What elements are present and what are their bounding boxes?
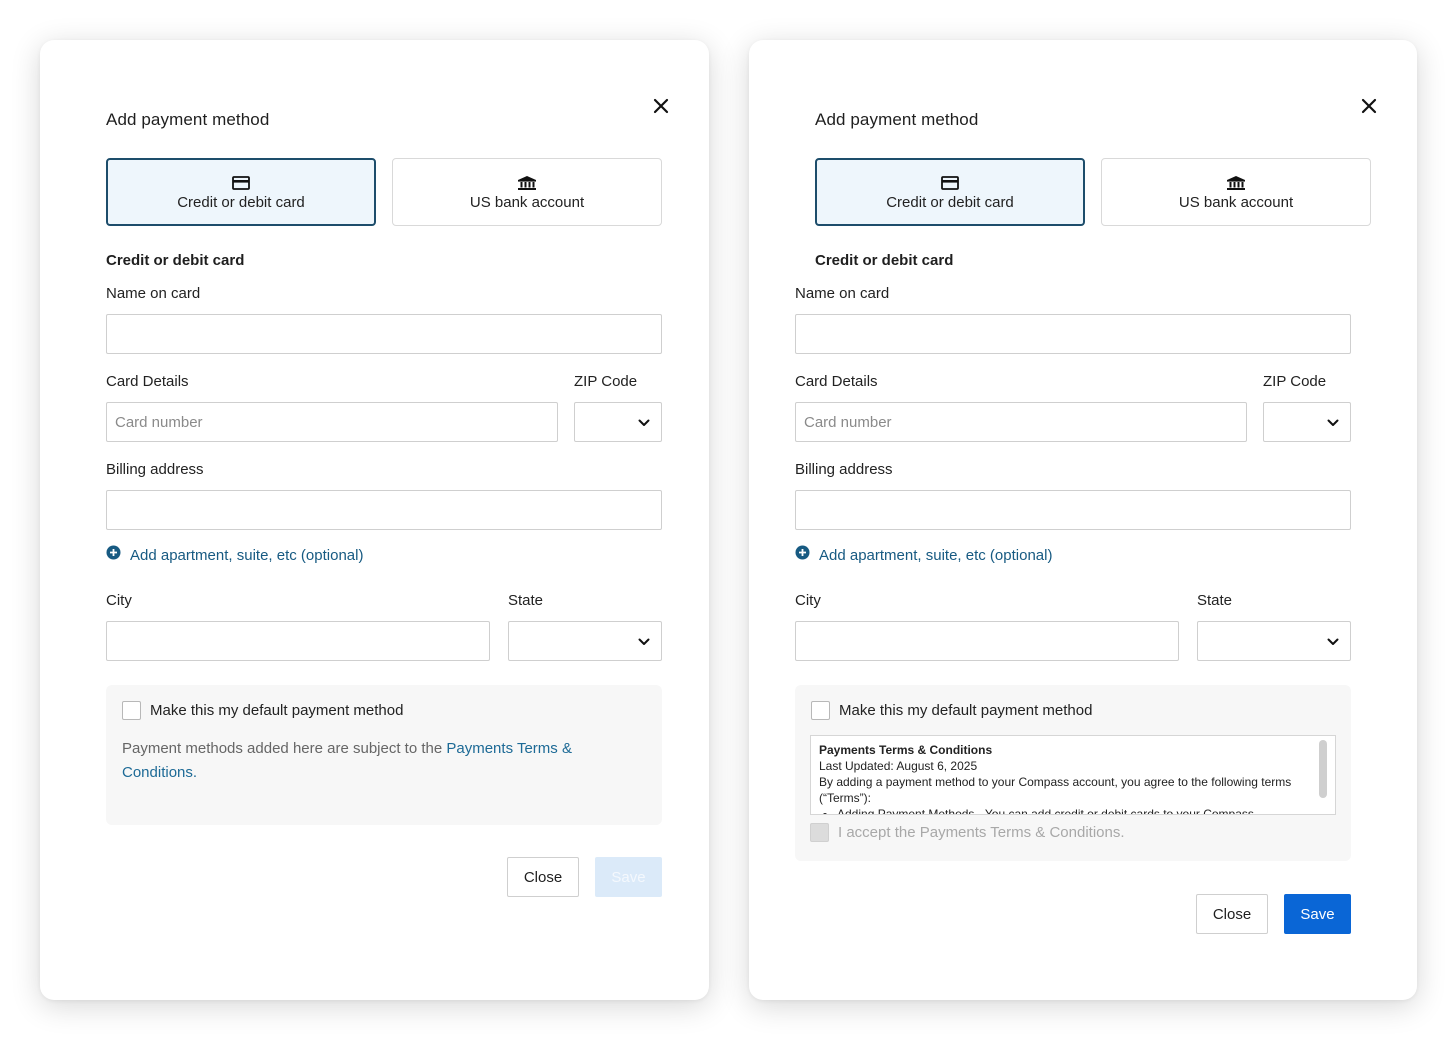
terms-note-text: Payment methods added here are subject t… — [122, 740, 443, 757]
billing-address-label: Billing address — [106, 461, 204, 478]
terms-updated: Last Updated: August 6, 2025 — [819, 759, 978, 773]
accept-terms-checkbox[interactable] — [810, 823, 829, 842]
terms-box: Make this my default payment method Paym… — [106, 685, 662, 825]
zip-code-select[interactable] — [574, 402, 662, 442]
card-number-field[interactable] — [106, 402, 558, 442]
default-payment-label: Make this my default payment method — [150, 702, 404, 719]
chevron-down-icon — [637, 635, 651, 654]
city-input[interactable] — [107, 622, 489, 660]
bank-icon — [517, 174, 537, 192]
city-input[interactable] — [796, 622, 1178, 660]
tab-us-bank-account[interactable]: US bank account — [392, 158, 662, 226]
add-apartment-link[interactable]: Add apartment, suite, etc (optional) — [106, 545, 363, 565]
close-button[interactable]: Close — [1196, 894, 1268, 934]
credit-card-icon — [941, 174, 959, 192]
name-on-card-field[interactable] — [795, 314, 1351, 354]
close-icon[interactable] — [1359, 96, 1379, 116]
add-apartment-link[interactable]: Add apartment, suite, etc (optional) — [795, 545, 1052, 565]
bank-icon — [1226, 174, 1246, 192]
state-select[interactable] — [508, 621, 662, 661]
plus-circle-icon — [106, 545, 121, 565]
name-on-card-field[interactable] — [106, 314, 662, 354]
accept-terms-label: I accept the Payments Terms & Conditions… — [838, 824, 1125, 841]
accept-terms-row[interactable]: I accept the Payments Terms & Conditions… — [810, 823, 1125, 842]
tab-credit-debit-card[interactable]: Credit or debit card — [106, 158, 376, 226]
terms-scroll-box[interactable]: Payments Terms & Conditions Last Updated… — [810, 735, 1336, 815]
name-on-card-label: Name on card — [106, 285, 201, 302]
tab-label: US bank account — [469, 193, 585, 211]
scrollbar-thumb[interactable] — [1319, 740, 1327, 798]
tab-label: Credit or debit card — [886, 193, 1014, 211]
close-icon[interactable] — [651, 96, 671, 116]
tab-label: Credit or debit card — [177, 193, 305, 211]
credit-card-icon — [232, 174, 250, 192]
name-on-card-input[interactable] — [107, 315, 661, 353]
modal-title: Add payment method — [815, 110, 979, 129]
terms-box: Make this my default payment method Paym… — [795, 685, 1351, 861]
plus-circle-icon — [795, 545, 810, 565]
card-details-label: Card Details — [106, 373, 189, 390]
billing-address-field[interactable] — [106, 490, 662, 530]
chevron-down-icon — [637, 416, 651, 435]
terms-title: Payments Terms & Conditions — [819, 743, 993, 757]
city-label: City — [795, 592, 821, 609]
section-heading: Credit or debit card — [106, 252, 245, 269]
tab-credit-debit-card[interactable]: Credit or debit card — [815, 158, 1085, 226]
billing-address-field[interactable] — [795, 490, 1351, 530]
chevron-down-icon — [1326, 416, 1340, 435]
default-payment-checkbox-row[interactable]: Make this my default payment method — [811, 701, 1092, 720]
zip-code-label: ZIP Code — [574, 373, 638, 390]
save-button-disabled[interactable]: Save — [595, 857, 662, 897]
default-payment-checkbox-row[interactable]: Make this my default payment method — [122, 701, 403, 720]
name-on-card-input[interactable] — [796, 315, 1350, 353]
terms-note: Payment methods added here are subject t… — [122, 737, 622, 785]
card-details-label: Card Details — [795, 373, 878, 390]
name-on-card-label: Name on card — [795, 285, 890, 302]
add-payment-modal-left: Add payment method Credit or debit card … — [40, 40, 709, 1000]
add-apartment-label: Add apartment, suite, etc (optional) — [130, 546, 364, 564]
default-payment-label: Make this my default payment method — [839, 702, 1093, 719]
billing-address-input[interactable] — [796, 491, 1350, 529]
tab-us-bank-account[interactable]: US bank account — [1101, 158, 1371, 226]
add-apartment-label: Add apartment, suite, etc (optional) — [819, 546, 1053, 564]
city-field[interactable] — [106, 621, 490, 661]
add-payment-modal-right: Add payment method Credit or debit card … — [749, 40, 1417, 1000]
state-select[interactable] — [1197, 621, 1351, 661]
card-number-input[interactable] — [796, 403, 1246, 441]
chevron-down-icon — [1326, 635, 1340, 654]
state-label: State — [508, 592, 544, 609]
city-field[interactable] — [795, 621, 1179, 661]
default-payment-checkbox[interactable] — [811, 701, 830, 720]
modal-title: Add payment method — [106, 110, 270, 129]
state-label: State — [1197, 592, 1233, 609]
terms-intro: By adding a payment method to your Compa… — [819, 775, 1292, 805]
city-label: City — [106, 592, 132, 609]
billing-address-label: Billing address — [795, 461, 893, 478]
card-number-field[interactable] — [795, 402, 1247, 442]
section-heading: Credit or debit card — [815, 252, 954, 269]
terms-bullet: Adding Payment Methods - You can add cre… — [837, 806, 1311, 814]
zip-code-label: ZIP Code — [1263, 373, 1327, 390]
close-button[interactable]: Close — [507, 857, 579, 897]
save-button[interactable]: Save — [1284, 894, 1351, 934]
zip-code-select[interactable] — [1263, 402, 1351, 442]
default-payment-checkbox[interactable] — [122, 701, 141, 720]
card-number-input[interactable] — [107, 403, 557, 441]
billing-address-input[interactable] — [107, 491, 661, 529]
tab-label: US bank account — [1178, 193, 1294, 211]
